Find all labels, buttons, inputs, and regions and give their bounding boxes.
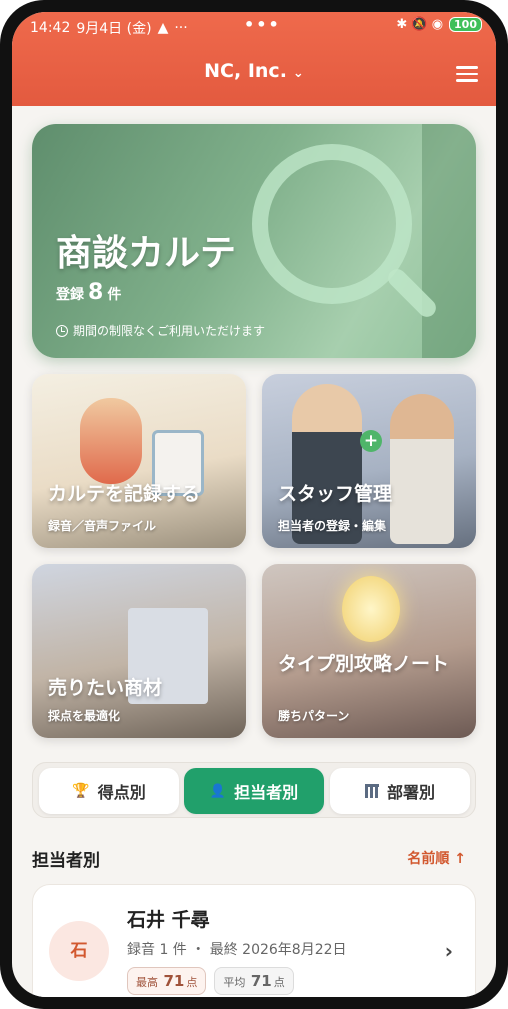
company-switcher[interactable]: NC, Inc. ⌄	[12, 60, 496, 82]
status-center-dots: •••	[244, 15, 281, 34]
status-bar: 14:42 9月4日 (金) ▲ ··· ••• ✱ 🔕 ◉ 100	[12, 12, 496, 42]
battery-icon: 100	[449, 17, 482, 32]
sort-button[interactable]: 名前順 ↑	[407, 848, 466, 868]
hero-note: 期間の制限なくご利用いただけます	[56, 322, 265, 339]
tile-subtitle: 勝ちパターン	[278, 709, 350, 723]
trophy-icon: 🏆	[72, 783, 90, 799]
tile-subtitle: 担当者の登録・編集	[278, 519, 387, 533]
tile-subtitle: 録音／音声ファイル	[48, 519, 157, 533]
hamburger-menu-icon[interactable]	[456, 66, 478, 82]
tab-by-score[interactable]: 🏆 得点別	[39, 768, 179, 814]
tile-strategy-notes[interactable]: タイプ別攻略ノート 勝ちパターン	[262, 564, 476, 738]
record-count: 8	[88, 280, 104, 305]
tile-products[interactable]: 売りたい商材 採点を最適化	[32, 564, 246, 738]
hero-title: 商談カルテ	[56, 233, 237, 274]
alert-icon: ▲	[157, 20, 169, 36]
status-icons: ✱ 🔕 ◉	[396, 17, 444, 32]
person-icon: 👤	[209, 783, 227, 799]
app-header: 14:42 9月4日 (金) ▲ ··· ••• ✱ 🔕 ◉ 100 NC, I…	[12, 12, 496, 106]
hero-count: 登録 8 件	[56, 280, 122, 305]
status-date: 9月4日 (金)	[76, 21, 152, 37]
avg-score-chip: 平均 71 点	[214, 967, 294, 995]
list-item[interactable]: 石 石井 千尋 録音 1 件 ・ 最終 2026年8月22日 最高 71 点 平均…	[32, 884, 476, 997]
tile-subtitle: 採点を最適化	[48, 709, 121, 723]
building-icon	[364, 784, 379, 798]
chevron-down-icon: ⌄	[292, 66, 304, 81]
chevron-right-icon: ›	[444, 939, 453, 963]
max-score-chip: 最高 71 点	[127, 967, 207, 995]
plus-icon: +	[360, 430, 382, 452]
tile-title: カルテを記録する	[48, 483, 201, 505]
hero-banner[interactable]: 商談カルテ 登録 8 件 期間の制限なくご利用いただけます	[32, 124, 476, 358]
tile-record-karte[interactable]: カルテを記録する 録音／音声ファイル	[32, 374, 246, 548]
businesswoman-illustration	[390, 394, 454, 544]
tab-by-department[interactable]: 部署別	[330, 768, 470, 814]
tile-title: 売りたい商材	[48, 677, 163, 699]
status-time: 14:42	[30, 20, 71, 36]
more-icon: ···	[174, 20, 188, 36]
microphone-illustration	[80, 398, 142, 484]
view-segmented-control: 🏆 得点別 👤 担当者別 部署別	[32, 762, 476, 818]
device-frame: 14:42 9月4日 (金) ▲ ··· ••• ✱ 🔕 ◉ 100 NC, I…	[0, 0, 508, 1009]
section-title: 担当者別	[32, 851, 100, 871]
clock-icon	[56, 324, 68, 337]
avatar: 石	[49, 921, 109, 981]
staff-name: 石井 千尋	[127, 909, 210, 931]
tile-title: スタッフ管理	[278, 483, 393, 505]
tab-by-staff[interactable]: 👤 担当者別	[184, 768, 324, 814]
app-screen: 14:42 9月4日 (金) ▲ ··· ••• ✱ 🔕 ◉ 100 NC, I…	[12, 12, 496, 997]
tile-title: タイプ別攻略ノート	[278, 653, 450, 675]
lightbulb-illustration	[342, 576, 400, 642]
company-name: NC, Inc.	[204, 60, 287, 82]
staff-meta: 録音 1 件 ・ 最終 2026年8月22日	[127, 942, 347, 958]
tile-staff-management[interactable]: + スタッフ管理 担当者の登録・編集	[262, 374, 476, 548]
